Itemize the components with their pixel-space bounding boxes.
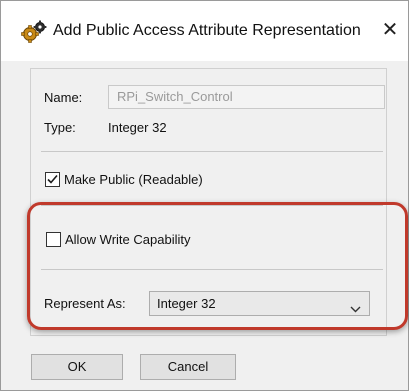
checkmark-icon	[47, 174, 58, 184]
allow-write-label: Allow Write Capability	[65, 232, 191, 247]
ok-button[interactable]: OK	[31, 354, 123, 380]
represent-as-label: Represent As:	[44, 296, 126, 311]
separator	[41, 151, 383, 152]
separator	[41, 269, 383, 270]
add-public-access-dialog: Add Public Access Attribute Representati…	[0, 0, 409, 391]
close-button[interactable]: ✕	[373, 13, 407, 47]
dialog-title: Add Public Access Attribute Representati…	[53, 22, 361, 39]
make-public-label: Make Public (Readable)	[64, 172, 203, 187]
allow-write-checkbox[interactable]	[46, 232, 61, 247]
type-value: Integer 32	[108, 120, 167, 135]
cancel-button[interactable]: Cancel	[140, 354, 236, 380]
name-label: Name:	[44, 90, 83, 105]
represent-as-dropdown[interactable]: Integer 32	[149, 291, 370, 316]
title-bar: Add Public Access Attribute Representati…	[1, 1, 408, 61]
close-icon: ✕	[381, 19, 399, 41]
make-public-checkbox[interactable]	[45, 172, 60, 187]
gears-icon	[21, 20, 47, 44]
chevron-down-icon	[350, 300, 361, 318]
represent-as-value: Integer 32	[157, 296, 216, 311]
name-field[interactable]: RPi_Switch_Control	[108, 85, 385, 109]
type-label: Type:	[44, 120, 76, 135]
separator	[41, 205, 383, 206]
